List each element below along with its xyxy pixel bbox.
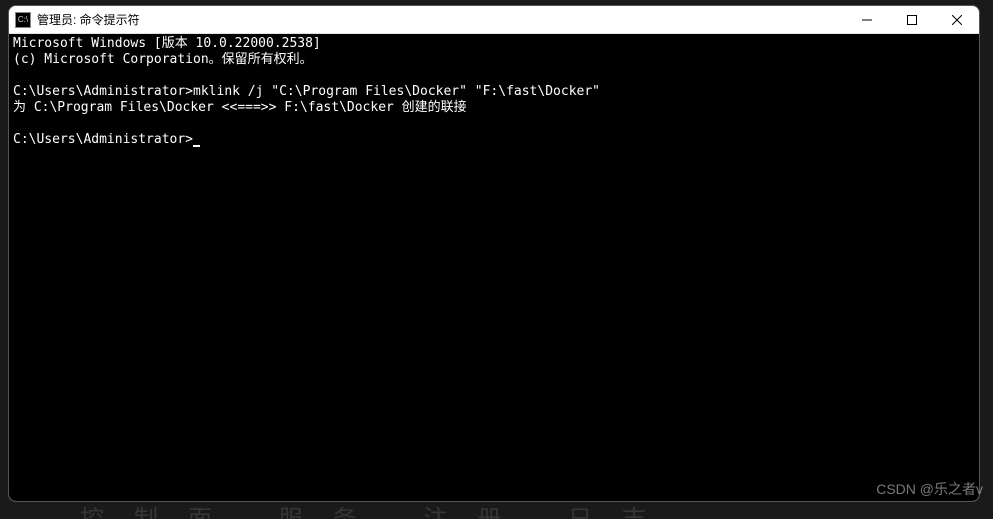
maximize-button[interactable] <box>889 6 934 33</box>
titlebar[interactable]: C:\ 管理员: 命令提示符 <box>9 6 979 34</box>
app-icon: C:\ <box>15 12 31 28</box>
cursor <box>193 145 200 147</box>
command-prompt-window: C:\ 管理员: 命令提示符 Microsoft Windows [版本 10.… <box>8 5 980 502</box>
window-controls <box>844 6 979 33</box>
minimize-icon <box>862 15 872 25</box>
terminal-line: 为 C:\Program Files\Docker <<===>> F:\fas… <box>13 100 467 115</box>
maximize-icon <box>907 15 917 25</box>
close-icon <box>952 15 962 25</box>
close-button[interactable] <box>934 6 979 33</box>
terminal-line: C:\Users\Administrator>mklink /j "C:\Pro… <box>13 84 600 99</box>
minimize-button[interactable] <box>844 6 889 33</box>
window-title: 管理员: 命令提示符 <box>37 11 844 28</box>
background-blur: 控制面 服务 注册 日志 <box>0 499 993 519</box>
terminal-output[interactable]: Microsoft Windows [版本 10.0.22000.2538] (… <box>9 34 979 501</box>
terminal-line: (c) Microsoft Corporation。保留所有权利。 <box>13 52 313 67</box>
terminal-prompt: C:\Users\Administrator> <box>13 132 193 147</box>
terminal-line: Microsoft Windows [版本 10.0.22000.2538] <box>13 36 321 51</box>
